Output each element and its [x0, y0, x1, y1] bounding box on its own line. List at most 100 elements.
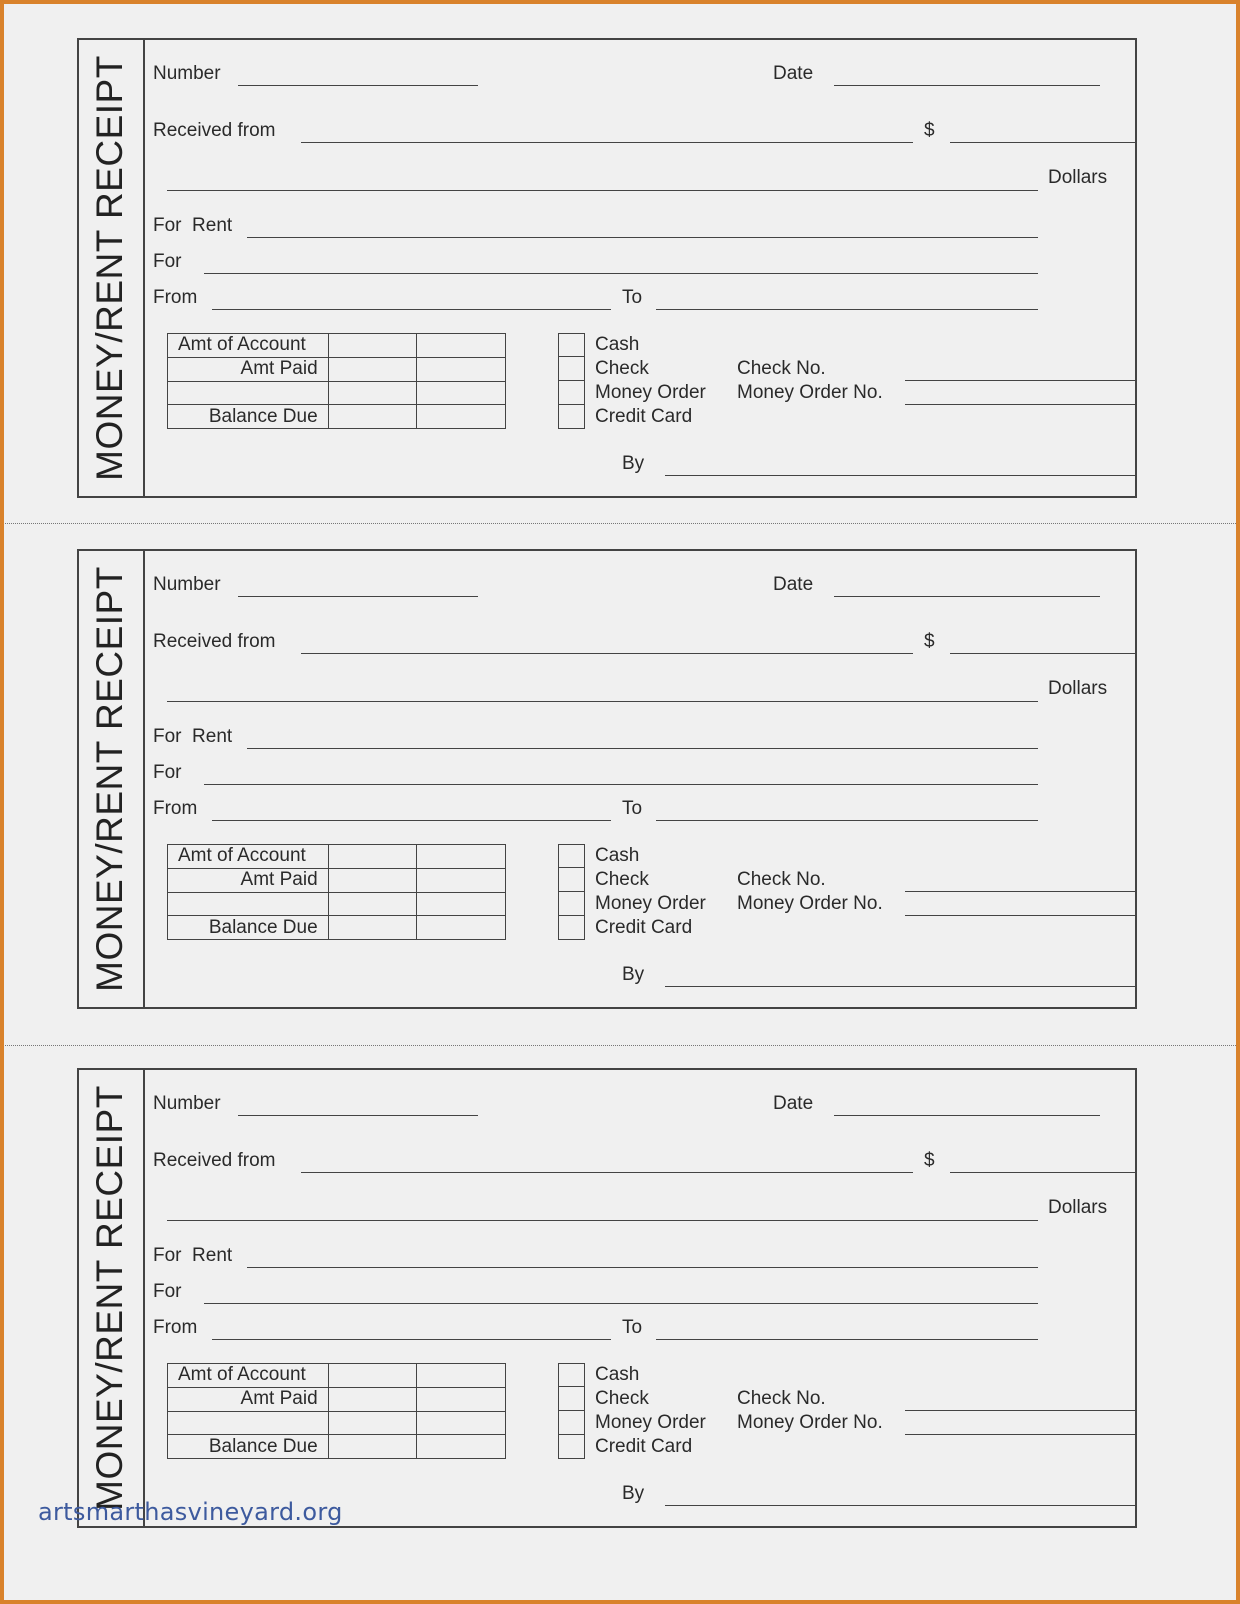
to-field[interactable] [656, 309, 1038, 310]
table-cell[interactable] [416, 1363, 506, 1388]
amt-paid-label: Amt Paid [167, 1386, 329, 1412]
table-row [167, 891, 506, 917]
table-cell[interactable] [327, 1386, 418, 1412]
table-cell[interactable] [416, 867, 506, 893]
check-checkbox[interactable] [558, 868, 585, 892]
table-row: Balance Due [167, 915, 506, 940]
amount-table: Amt of Account Amt Paid Balance Due [167, 333, 506, 429]
credit-card-checkbox[interactable] [558, 405, 585, 429]
for-label: For [153, 762, 182, 783]
table-cell[interactable] [327, 1410, 418, 1436]
number-field[interactable] [238, 596, 478, 597]
table-cell[interactable] [416, 891, 506, 917]
received-from-field[interactable] [301, 653, 913, 654]
cash-checkbox[interactable] [558, 1363, 585, 1387]
table-cell[interactable] [327, 1434, 418, 1459]
cut-line [0, 1045, 1240, 1046]
amount-field[interactable] [950, 142, 1137, 143]
receipt-3: MONEY/RENT RECEIPT Number Date Received … [0, 1068, 1240, 1538]
table-cell[interactable] [416, 1386, 506, 1412]
for-field[interactable] [204, 784, 1038, 785]
date-field[interactable] [834, 596, 1100, 597]
table-cell[interactable] [416, 333, 506, 358]
date-field[interactable] [834, 85, 1100, 86]
for-rent-field[interactable] [247, 237, 1038, 238]
table-cell[interactable] [416, 844, 506, 869]
by-signature-field[interactable] [665, 1505, 1137, 1506]
table-cell[interactable] [416, 356, 506, 382]
receipt-border [77, 1068, 1137, 1528]
receipt-title: MONEY/RENT RECEIPT [77, 38, 143, 498]
amount-field[interactable] [950, 1172, 1137, 1173]
credit-card-checkbox[interactable] [558, 1435, 585, 1459]
check-checkbox[interactable] [558, 1387, 585, 1411]
check-no-field[interactable] [905, 891, 1137, 892]
received-from-field[interactable] [301, 142, 913, 143]
table-cell[interactable] [327, 356, 418, 382]
for-field[interactable] [204, 273, 1038, 274]
received-from-label: Received from [153, 120, 276, 141]
check-no-field[interactable] [905, 380, 1137, 381]
money-order-checkbox[interactable] [558, 381, 585, 405]
table-cell[interactable] [327, 380, 418, 406]
cash-checkbox[interactable] [558, 844, 585, 868]
from-label: From [153, 1317, 198, 1338]
money-order-no-field[interactable] [905, 915, 1137, 916]
receipt-title-text: MONEY/RENT RECEIPT [89, 1085, 130, 1511]
by-signature-field[interactable] [665, 475, 1137, 476]
table-cell[interactable] [327, 915, 418, 940]
by-label: By [622, 1483, 645, 1504]
amount-field[interactable] [950, 653, 1137, 654]
amt-of-account-label: Amt of Account [167, 333, 329, 358]
table-cell[interactable] [416, 404, 506, 429]
table-cell[interactable] [327, 867, 418, 893]
receipt-border [77, 38, 1137, 498]
received-from-field[interactable] [301, 1172, 913, 1173]
for-rent-field[interactable] [247, 748, 1038, 749]
number-field[interactable] [238, 85, 478, 86]
table-row: Amt of Account [167, 1363, 506, 1388]
table-cell[interactable] [416, 380, 506, 406]
date-field[interactable] [834, 1115, 1100, 1116]
table-cell[interactable] [327, 404, 418, 429]
check-checkbox[interactable] [558, 357, 585, 381]
dollars-words-field[interactable] [167, 701, 1038, 702]
money-order-checkbox[interactable] [558, 892, 585, 916]
table-row: Balance Due [167, 404, 506, 429]
check-no-field[interactable] [905, 1410, 1137, 1411]
table-cell[interactable] [327, 844, 418, 869]
to-field[interactable] [656, 1339, 1038, 1340]
table-row: Amt Paid [167, 867, 506, 893]
table-cell[interactable] [416, 915, 506, 940]
table-cell[interactable] [327, 333, 418, 358]
receipt-1: MONEY/RENT RECEIPT Number Date Received … [0, 38, 1240, 508]
receipt-2: MONEY/RENT RECEIPT Number Date Received … [0, 549, 1240, 1019]
for-field[interactable] [204, 1303, 1038, 1304]
from-field[interactable] [212, 1339, 611, 1340]
table-row: Amt Paid [167, 1386, 506, 1412]
for-rent-field[interactable] [247, 1267, 1038, 1268]
money-order-no-field[interactable] [905, 404, 1137, 405]
cash-checkbox[interactable] [558, 333, 585, 357]
to-field[interactable] [656, 820, 1038, 821]
table-cell[interactable] [416, 1434, 506, 1459]
receipt-title: MONEY/RENT RECEIPT [77, 1068, 143, 1528]
date-label: Date [773, 63, 814, 84]
table-cell[interactable] [327, 891, 418, 917]
dollars-words-field[interactable] [167, 190, 1038, 191]
money-order-checkbox[interactable] [558, 1411, 585, 1435]
money-order-no-field[interactable] [905, 1434, 1137, 1435]
table-row: Balance Due [167, 1434, 506, 1459]
number-field[interactable] [238, 1115, 478, 1116]
table-cell[interactable] [416, 1410, 506, 1436]
by-signature-field[interactable] [665, 986, 1137, 987]
cash-label: Cash [595, 1364, 640, 1385]
from-field[interactable] [212, 820, 611, 821]
title-divider [143, 38, 145, 498]
check-label: Check [595, 869, 649, 890]
table-cell[interactable] [327, 1363, 418, 1388]
credit-card-checkbox[interactable] [558, 916, 585, 940]
for-label: For [153, 1281, 182, 1302]
from-field[interactable] [212, 309, 611, 310]
dollars-words-field[interactable] [167, 1220, 1038, 1221]
